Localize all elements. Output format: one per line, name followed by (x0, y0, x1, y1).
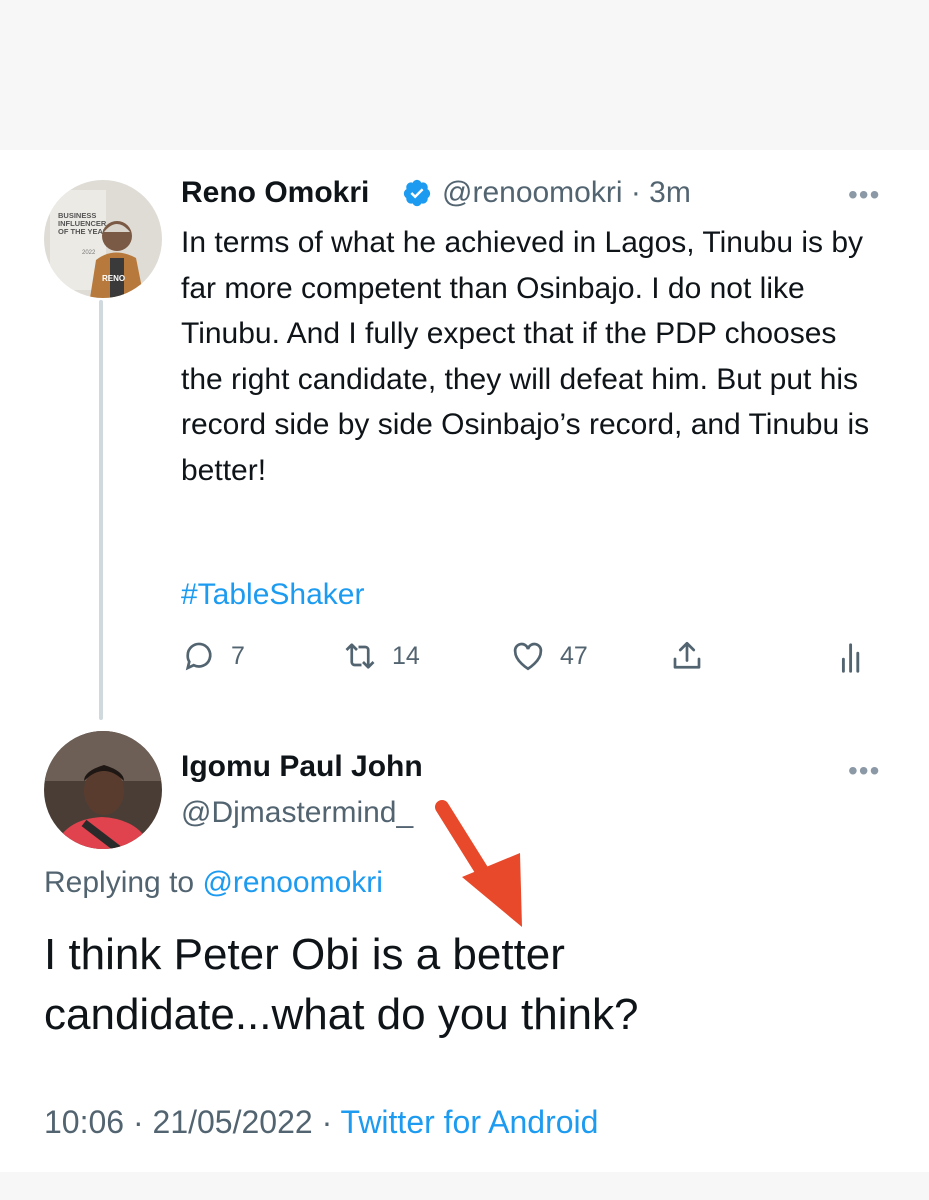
top-header-area (0, 0, 929, 150)
reply-more-dots-icon[interactable]: ••• (848, 757, 880, 785)
share-action-button[interactable] (669, 638, 719, 674)
bottom-bar-area (0, 1172, 929, 1200)
retweet-count: 14 (392, 641, 420, 670)
reno-omokri-avatar[interactable]: BUSINESS INFLUENCER OF THE YEAR 2022 REN… (44, 180, 162, 298)
reply-author-handle[interactable]: @Djmastermind_ (181, 796, 413, 830)
analytics-icon[interactable] (838, 640, 868, 676)
reply-count: 7 (231, 641, 245, 670)
reply-tweet-text: I think Peter Obi is a better candidate.… (44, 930, 639, 1039)
tweet-source-link[interactable]: Twitter for Android (341, 1104, 599, 1140)
share-icon (673, 641, 701, 669)
replying-to-line: Replying to @renoomokri (44, 866, 383, 900)
thread-connector-line (99, 300, 103, 720)
retweet-action-button[interactable]: 14 (342, 638, 420, 674)
igomu-avatar[interactable] (44, 731, 162, 849)
replying-to-mention[interactable]: @renoomokri (202, 866, 383, 899)
replying-to-prefix: Replying to (44, 866, 203, 899)
original-tweet-text: In terms of what he achieved in Lagos, T… (181, 226, 870, 487)
original-handle-time[interactable]: @renoomokri · 3m (442, 176, 691, 210)
avatar-text-year-title: OF THE YEAR (58, 227, 109, 236)
original-author-name[interactable]: Reno Omokri (181, 176, 369, 210)
tweet-time-date: 10:06 · 21/05/2022 · (44, 1104, 341, 1140)
red-annotation-arrow-icon (435, 800, 522, 927)
reply-author-name[interactable]: Igomu Paul John (181, 750, 423, 784)
like-count: 47 (560, 641, 588, 670)
like-action-button[interactable]: 47 (510, 638, 588, 674)
heart-icon (513, 642, 543, 671)
avatar-text-year: 2022 (82, 250, 96, 256)
tweet-metadata: 10:06 · 21/05/2022 · Twitter for Android (44, 1104, 598, 1141)
hashtag-link[interactable]: #TableShaker (181, 578, 364, 612)
avatar-text-brand: RENO (102, 274, 125, 283)
retweet-icon (345, 643, 375, 669)
original-more-dots-icon[interactable]: ••• (848, 181, 880, 209)
reply-bubble-icon (185, 642, 212, 671)
reply-action-button[interactable]: 7 (181, 638, 245, 674)
verified-badge-icon (403, 179, 431, 207)
